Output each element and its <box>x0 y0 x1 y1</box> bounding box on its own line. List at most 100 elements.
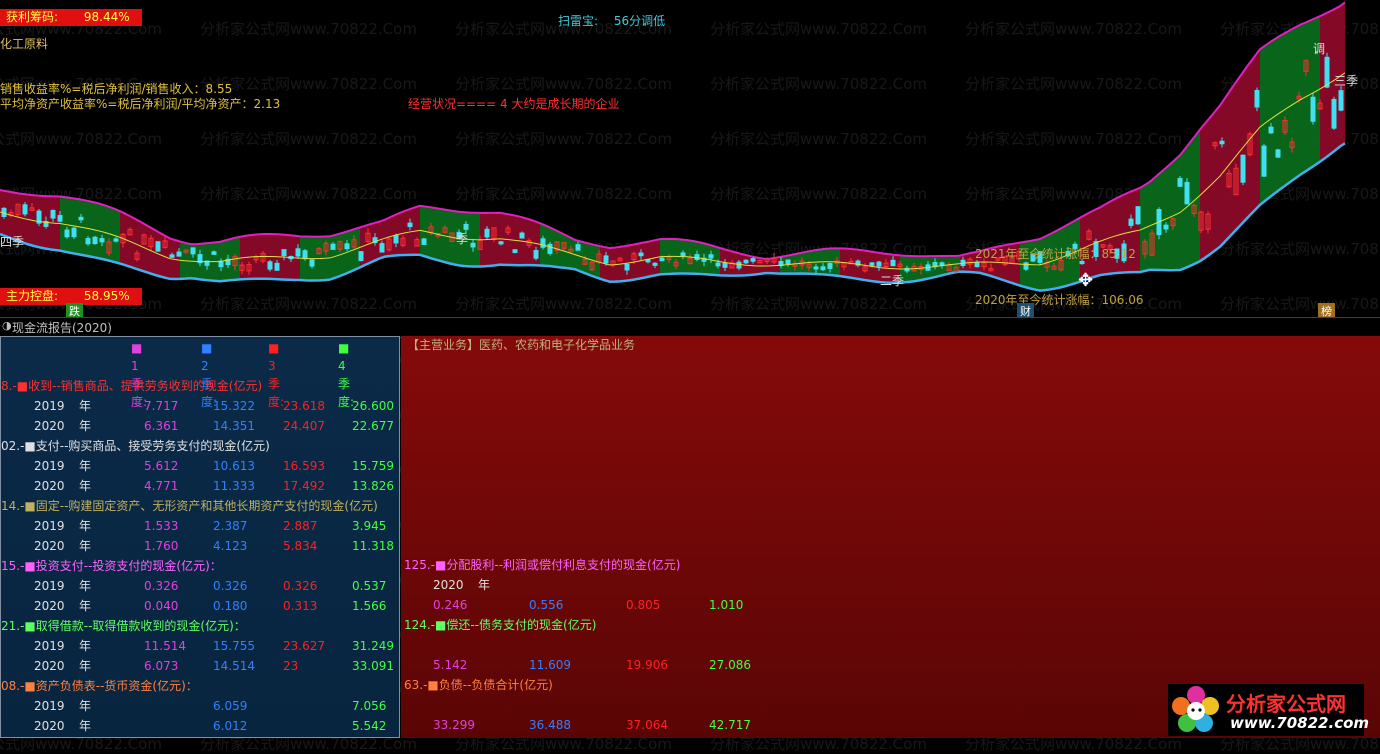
section-header: 08.-■资产负债表--货币资金(亿元)： <box>1 679 198 693</box>
candle-body <box>211 251 217 255</box>
quarter-value: 23.627 <box>283 639 325 653</box>
band-segment <box>1160 155 1180 271</box>
move-cursor-icon: ✥ <box>1078 270 1094 291</box>
candle-body <box>1254 89 1260 108</box>
row-year: 2019 <box>34 459 65 473</box>
row-unit: 年 <box>79 459 92 473</box>
candle-body <box>519 232 525 239</box>
candle-body <box>1324 56 1330 88</box>
candle-body <box>57 215 63 222</box>
quarter-value: 16.593 <box>283 459 325 473</box>
quarter-value: 7.056 <box>352 699 387 713</box>
stat-2020: 2020年至今统计涨幅：106.06 <box>975 293 1144 307</box>
quarter-value: 23 <box>283 659 299 673</box>
quarter-value: 14.351 <box>213 419 255 433</box>
candle-body <box>1240 154 1246 183</box>
band-segment <box>1280 24 1300 190</box>
scan-label: 扫雷宝: <box>558 14 599 28</box>
section-header: 02.-■支付--购买商品、接受劳务支付的现金(亿元) <box>1 439 270 453</box>
candle-body <box>603 255 609 264</box>
candle-body <box>1128 218 1134 226</box>
operation-status: 经营状况==== 4 大约是成长期的企业 <box>408 97 620 111</box>
candle-body <box>638 252 644 257</box>
quarter-value: 6.012 <box>213 719 248 733</box>
row-unit: 年 <box>79 719 92 733</box>
quarter-value: 19.906 <box>626 658 668 672</box>
category-label: 化工原料 <box>0 37 49 51</box>
quarter-value: 6.073 <box>144 659 179 673</box>
sales-margin-label: 销售收益率%=税后净利润/销售收入： <box>0 82 206 96</box>
price-chart[interactable] <box>0 0 1380 317</box>
candle-body <box>575 244 581 251</box>
quarter-value: 15.755 <box>213 639 255 653</box>
quarter-value: 5.834 <box>283 539 318 553</box>
candle-body <box>99 238 105 243</box>
candle-body <box>484 228 490 238</box>
roe: 平均净资产收益率%=税后净利润/平均净资产：2.13 <box>0 95 280 112</box>
candle-body <box>155 241 161 252</box>
candle-body <box>498 241 504 245</box>
marker-q2: 二季 <box>880 274 905 288</box>
quarter-value: 42.717 <box>709 718 751 732</box>
quarter-value: 11.514 <box>144 639 186 653</box>
sales-margin-value: 8.55 <box>205 82 233 96</box>
quarter-value: 14.514 <box>213 659 255 673</box>
main-business: 【主营业务】医药、农药和电子化学品业务 <box>407 336 635 354</box>
candle-body <box>50 209 56 219</box>
row-unit: 年 <box>79 659 92 673</box>
quarter-value: 0.180 <box>213 599 248 613</box>
candle-body <box>1331 98 1337 129</box>
candle-body <box>869 262 875 266</box>
quarter-value: 13.826 <box>352 479 394 493</box>
row-year: 2019 <box>34 639 65 653</box>
candle-body <box>1219 140 1225 145</box>
main-control-value: 58.95% <box>83 289 130 303</box>
candle-body <box>1261 145 1267 177</box>
quarter-value: 7.717 <box>144 399 179 413</box>
quarter-value: 2.887 <box>283 519 318 533</box>
candle-body <box>1310 96 1316 122</box>
quarter-value: 0.313 <box>283 599 318 613</box>
row-year: 2020 <box>34 479 65 493</box>
candle-body <box>379 243 385 253</box>
row-unit: 年 <box>79 419 92 433</box>
candle-body <box>750 258 756 262</box>
candle-body <box>1177 177 1183 187</box>
scan-indicator: 扫雷宝: 56分调低 <box>558 12 665 29</box>
candle-body <box>344 243 350 250</box>
marker-q3: 季 <box>456 232 469 246</box>
panel-collapse-icon[interactable]: ◑ <box>2 319 12 332</box>
candle-body <box>113 238 119 242</box>
quarter-value: 37.064 <box>626 718 668 732</box>
quarter-value: 1.533 <box>144 519 179 533</box>
candle-body <box>393 235 399 244</box>
profit-chip-label: 获利筹码: <box>6 10 59 24</box>
main-business-label: 【主营业务】 <box>407 338 480 352</box>
candle-body <box>463 223 469 230</box>
quarter-value: 5.542 <box>352 719 387 733</box>
row-year: 2019 <box>34 399 65 413</box>
candle-body <box>281 249 287 256</box>
quarter-value: 5.142 <box>433 658 468 672</box>
section-header: 21.-■取得借款--取得借款收到的现金(亿元)： <box>1 619 246 633</box>
marker-q3-top: 三季 <box>1334 74 1359 88</box>
candle-body <box>652 262 658 266</box>
band-segment <box>1260 35 1280 205</box>
main-business-value: 医药、农药和电子化学品业务 <box>479 338 636 352</box>
row-unit: 年 <box>478 578 491 592</box>
candle-body <box>71 227 77 238</box>
candle-body <box>547 243 553 254</box>
row-year: 2019 <box>34 699 65 713</box>
candle-body <box>645 259 651 263</box>
row-unit: 年 <box>79 579 92 593</box>
candle-body <box>1023 262 1029 270</box>
candle-body <box>302 250 308 260</box>
quarter-value: 26.600 <box>352 399 394 413</box>
candle-body <box>680 252 686 257</box>
candle-body <box>470 242 476 248</box>
quarter-value: 17.492 <box>283 479 325 493</box>
candle-body <box>267 261 273 270</box>
quarter-value: 4.123 <box>213 539 248 553</box>
quarter-value: 15.759 <box>352 459 394 473</box>
section-header: 63.-■负债--负债合计(亿元) <box>404 678 553 692</box>
